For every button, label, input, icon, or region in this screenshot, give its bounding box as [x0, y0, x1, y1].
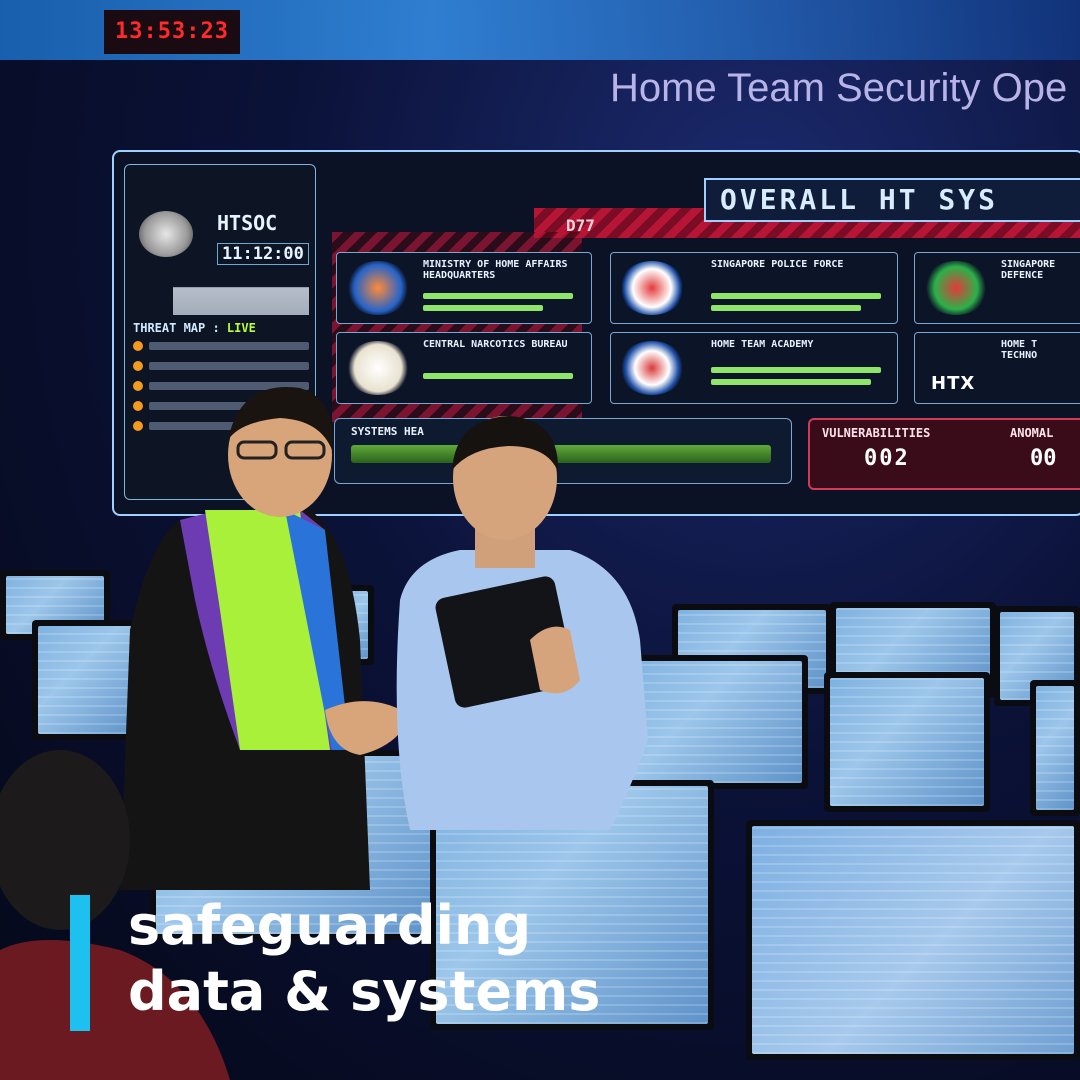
status-bar	[423, 293, 573, 299]
agency-logo-icon	[345, 261, 411, 315]
agency-card: HTX HOME T TECHNO	[914, 332, 1080, 404]
site-label: HTSOC	[217, 211, 278, 235]
list-item-text	[149, 362, 309, 370]
status-bar	[711, 367, 881, 373]
threat-map-title: THREAT MAP : LIVE	[133, 321, 256, 335]
operations-center-photo: 13:53:23 Home Team Security Ope HTSOC 11…	[0, 0, 1080, 1080]
agency-logo-icon	[619, 341, 685, 395]
agency-card: SINGAPORE POLICE FORCE	[610, 252, 898, 324]
agency-logo-icon	[923, 261, 989, 315]
agency-logo-icon	[619, 261, 685, 315]
activity-sparkline	[173, 275, 309, 315]
htx-label: HTX	[931, 373, 976, 394]
agency-name: HOME TEAM ACADEMY	[711, 339, 814, 350]
agency-name: HOME T TECHNO	[1001, 339, 1038, 361]
monitor	[746, 820, 1080, 1060]
vulnerabilities-label: VULNERABILITIES	[822, 426, 931, 440]
status-bar	[711, 293, 881, 299]
wall-title: Home Team Security Ope	[610, 66, 1068, 110]
monitor	[1030, 680, 1080, 816]
agency-name: CENTRAL NARCOTICS BUREAU	[423, 339, 568, 350]
threat-map-title-text: THREAT MAP :	[133, 321, 227, 335]
status-bar	[711, 305, 861, 311]
monitor	[824, 672, 990, 812]
status-bar	[423, 305, 543, 311]
agency-name: SINGAPORE POLICE FORCE	[711, 259, 844, 270]
site-time: 11:12:00	[217, 243, 309, 265]
status-bar	[711, 379, 871, 385]
status-bar	[423, 373, 573, 379]
banner-code: D77	[566, 216, 595, 235]
accent-bar	[70, 895, 90, 1031]
crest-icon	[139, 211, 193, 257]
led-clock: 13:53:23	[104, 10, 240, 54]
monitor-screen	[1036, 686, 1074, 810]
agency-card: MINISTRY OF HOME AFFAIRS HEADQUARTERS	[336, 252, 592, 324]
list-item	[133, 341, 309, 351]
caption-line-2: data & systems	[128, 960, 601, 1023]
monitor-screen	[830, 678, 984, 806]
anomalies-value: 00	[1030, 446, 1057, 471]
list-item-text	[149, 342, 309, 350]
agency-card: SINGAPORE DEFENCE	[914, 252, 1080, 324]
caption-line-1: safeguarding	[128, 894, 532, 957]
caption-text: safeguarding data & systems	[128, 893, 600, 1025]
monitor-screen	[752, 826, 1074, 1054]
alert-dot-icon	[133, 341, 143, 351]
man-with-tablet	[396, 416, 648, 830]
anomalies-label: ANOMAL	[1010, 426, 1054, 440]
agency-card: HOME TEAM ACADEMY	[610, 332, 898, 404]
vulnerabilities-panel: VULNERABILITIES 002 ANOMAL 00	[808, 418, 1080, 490]
overall-status-banner: OVERALL HT SYS	[704, 178, 1080, 222]
threat-map-status: LIVE	[226, 321, 256, 335]
vulnerabilities-value: 002	[864, 446, 910, 471]
agency-name: SINGAPORE DEFENCE	[1001, 259, 1056, 281]
agency-name: MINISTRY OF HOME AFFAIRS HEADQUARTERS	[423, 259, 568, 281]
